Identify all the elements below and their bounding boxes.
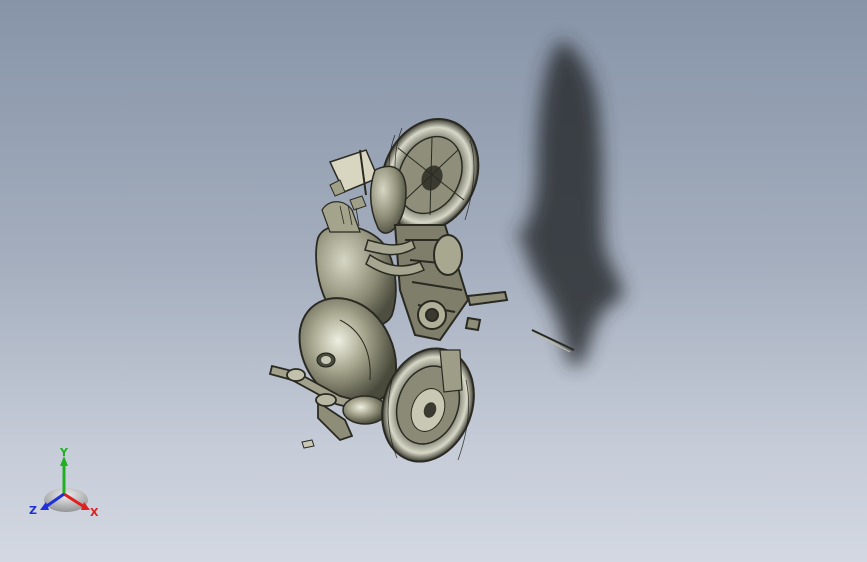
x-axis-label: X (90, 506, 99, 519)
motorcycle-model[interactable] (268, 103, 575, 475)
headlight[interactable] (342, 395, 388, 425)
triad-base (44, 488, 88, 512)
model-shadow (515, 40, 624, 367)
graphics-viewport[interactable]: Y X Z (0, 0, 867, 562)
coordinate-triad-icon: Y X Z (29, 448, 99, 519)
y-axis-label: Y (59, 448, 69, 459)
detached-bolt[interactable] (301, 439, 315, 449)
z-axis-label: Z (29, 504, 37, 517)
model-scene[interactable] (0, 0, 867, 562)
